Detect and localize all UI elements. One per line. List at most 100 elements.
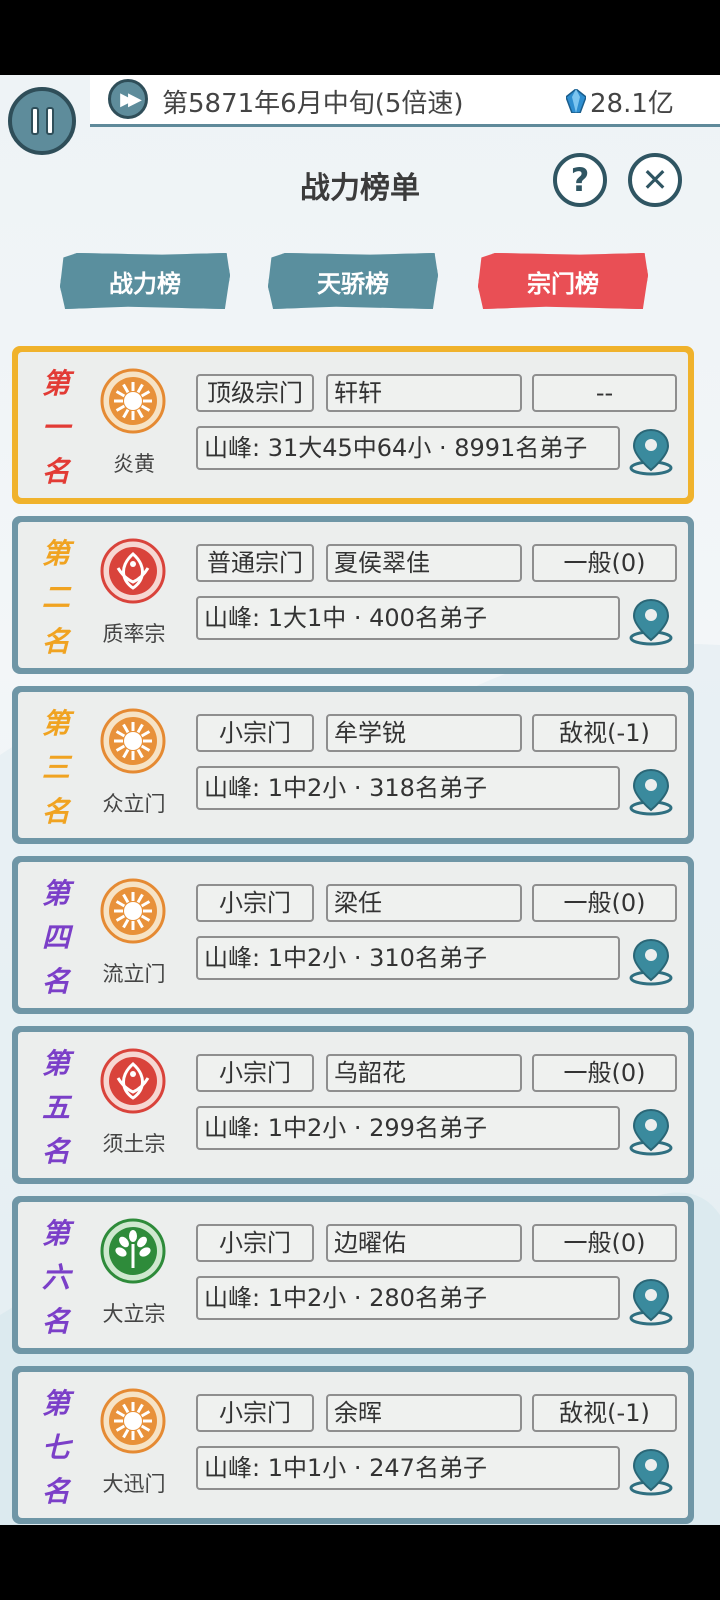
- sect-leader: 轩轩: [326, 374, 522, 412]
- card-body: 第 三 名 众立门 小宗门 牟学锐 敌视(-1) 山峰: 1中2小 · 318名…: [18, 692, 688, 838]
- game-date: 第5871年6月中旬(5倍速): [162, 89, 464, 119]
- rank-char: 名: [41, 795, 70, 828]
- sect-leader: 边曜佑: [326, 1224, 522, 1262]
- sect-name: 流立门: [102, 962, 166, 986]
- sect-info: 山峰: 1大1中 · 400名弟子: [196, 596, 620, 640]
- rank-char: 第: [41, 537, 70, 570]
- pause-icon: [30, 107, 54, 135]
- sect-name: 炎黄: [113, 452, 155, 476]
- rank-label: 第 四 名: [36, 872, 76, 1004]
- location-pin-icon[interactable]: [628, 936, 674, 986]
- card-body: 第 五 名 须土宗 小宗门 乌韶花 一般(0) 山峰: 1中2小 · 299名弟…: [18, 1032, 688, 1178]
- sect-relation: --: [532, 374, 677, 412]
- rank-char: 名: [41, 455, 70, 488]
- tab-prodigy-ranking[interactable]: 天骄榜: [268, 253, 438, 309]
- sect-relation: 一般(0): [532, 1224, 677, 1262]
- question-icon: ?: [570, 161, 590, 199]
- card-body: 第 二 名 质率宗 普通宗门 夏侯翠佳 一般(0) 山峰: 1大1中 · 400…: [18, 522, 688, 668]
- sect-ranking-card-1[interactable]: 第 一 名 炎黄 顶级宗门 轩轩 -- 山峰: 31大45中64小 · 8991…: [12, 346, 694, 504]
- page-title: 战力榜单: [300, 171, 420, 206]
- sect-level: 小宗门: [196, 884, 314, 922]
- sect-level: 普通宗门: [196, 544, 314, 582]
- fast-forward-icon: ▶▶: [120, 88, 142, 110]
- sun-emblem: [100, 708, 166, 774]
- sect-relation: 一般(0): [532, 884, 677, 922]
- location-pin-icon[interactable]: [628, 596, 674, 646]
- sect-info: 山峰: 1中2小 · 310名弟子: [196, 936, 620, 980]
- rank-label: 第 五 名: [36, 1042, 76, 1174]
- sect-ranking-card-6[interactable]: 第 六 名 大立宗 小宗门 边曜佑 一般(0) 山峰: 1中2小 · 280名弟…: [12, 1196, 694, 1354]
- rank-char: 五: [41, 1091, 70, 1124]
- rank-label: 第 六 名: [36, 1212, 76, 1344]
- rank-char: 二: [41, 581, 70, 614]
- rank-char: 名: [41, 965, 70, 998]
- help-button[interactable]: ?: [553, 153, 607, 207]
- sect-info: 山峰: 1中1小 · 247名弟子: [196, 1446, 620, 1490]
- tab-power-ranking[interactable]: 战力榜: [60, 253, 230, 309]
- rank-char: 六: [41, 1261, 70, 1294]
- sect-ranking-card-5[interactable]: 第 五 名 须土宗 小宗门 乌韶花 一般(0) 山峰: 1中2小 · 299名弟…: [12, 1026, 694, 1184]
- location-pin-icon[interactable]: [628, 1446, 674, 1496]
- ranking-screen: ▶▶ 第5871年6月中旬(5倍速) 28.1亿 战力榜单 ? ✕ 战力榜 天骄…: [0, 75, 720, 1525]
- card-body: 第 一 名 炎黄 顶级宗门 轩轩 -- 山峰: 31大45中64小 · 8991…: [18, 352, 688, 498]
- sect-leader: 夏侯翠佳: [326, 544, 522, 582]
- rank-char: 第: [41, 1387, 70, 1420]
- sect-name: 须土宗: [102, 1132, 166, 1156]
- rank-char: 名: [41, 625, 70, 658]
- rank-char: 三: [41, 751, 70, 784]
- rank-char: 第: [41, 877, 70, 910]
- rank-char: 第: [41, 367, 70, 400]
- sect-name: 质率宗: [102, 622, 166, 646]
- location-pin-icon[interactable]: [628, 1106, 674, 1156]
- rank-char: 名: [41, 1305, 70, 1338]
- sect-name: 众立门: [102, 792, 166, 816]
- card-body: 第 六 名 大立宗 小宗门 边曜佑 一般(0) 山峰: 1中2小 · 280名弟…: [18, 1202, 688, 1348]
- sect-leader: 乌韶花: [326, 1054, 522, 1092]
- currency-amount: 28.1亿: [590, 89, 674, 119]
- ranking-tabs: 战力榜 天骄榜 宗门榜: [0, 253, 720, 313]
- rank-char: 七: [41, 1431, 70, 1464]
- sun-emblem: [100, 878, 166, 944]
- tab-sect-ranking[interactable]: 宗门榜: [478, 253, 648, 309]
- rank-char: 第: [41, 707, 70, 740]
- status-bar: ▶▶ 第5871年6月中旬(5倍速) 28.1亿: [0, 75, 720, 173]
- sect-leader: 梁任: [326, 884, 522, 922]
- sect-info: 山峰: 1中2小 · 280名弟子: [196, 1276, 620, 1320]
- sect-relation: 敌视(-1): [532, 1394, 677, 1432]
- sun-emblem: [100, 368, 166, 434]
- rank-char: 名: [41, 1475, 70, 1508]
- rank-label: 第 三 名: [36, 702, 76, 834]
- sun-emblem: [100, 1388, 166, 1454]
- sect-name: 大立宗: [102, 1302, 166, 1326]
- sect-leader: 余晖: [326, 1394, 522, 1432]
- sect-name: 大迅门: [102, 1472, 166, 1496]
- rank-char: 名: [41, 1135, 70, 1168]
- close-button[interactable]: ✕: [628, 153, 682, 207]
- sect-level: 顶级宗门: [196, 374, 314, 412]
- spirit-stone-icon: [566, 89, 586, 113]
- location-pin-icon[interactable]: [628, 766, 674, 816]
- rank-label: 第 一 名: [36, 362, 76, 494]
- sect-ranking-card-7[interactable]: 第 七 名 大迅门 小宗门 余晖 敌视(-1) 山峰: 1中1小 · 247名弟…: [12, 1366, 694, 1524]
- sect-info: 山峰: 31大45中64小 · 8991名弟子: [196, 426, 620, 470]
- location-pin-icon[interactable]: [628, 426, 674, 476]
- sect-level: 小宗门: [196, 1394, 314, 1432]
- sect-relation: 一般(0): [532, 1054, 677, 1092]
- sect-relation: 一般(0): [532, 544, 677, 582]
- rank-label: 第 二 名: [36, 532, 76, 664]
- location-pin-icon[interactable]: [628, 1276, 674, 1326]
- pause-button[interactable]: [8, 87, 76, 155]
- sect-info: 山峰: 1中2小 · 299名弟子: [196, 1106, 620, 1150]
- fast-forward-button[interactable]: ▶▶: [108, 79, 148, 119]
- sect-ranking-card-3[interactable]: 第 三 名 众立门 小宗门 牟学锐 敌视(-1) 山峰: 1中2小 · 318名…: [12, 686, 694, 844]
- close-icon: ✕: [641, 161, 669, 199]
- sect-level: 小宗门: [196, 1224, 314, 1262]
- sect-ranking-card-4[interactable]: 第 四 名 流立门 小宗门 梁任 一般(0) 山峰: 1中2小 · 310名弟子: [12, 856, 694, 1014]
- phoenix-emblem: [100, 538, 166, 604]
- sect-relation: 敌视(-1): [532, 714, 677, 752]
- rank-label: 第 七 名: [36, 1382, 76, 1514]
- rank-char: 第: [41, 1047, 70, 1080]
- rank-char: 第: [41, 1217, 70, 1250]
- sect-ranking-card-2[interactable]: 第 二 名 质率宗 普通宗门 夏侯翠佳 一般(0) 山峰: 1大1中 · 400…: [12, 516, 694, 674]
- tree-emblem: [100, 1218, 166, 1284]
